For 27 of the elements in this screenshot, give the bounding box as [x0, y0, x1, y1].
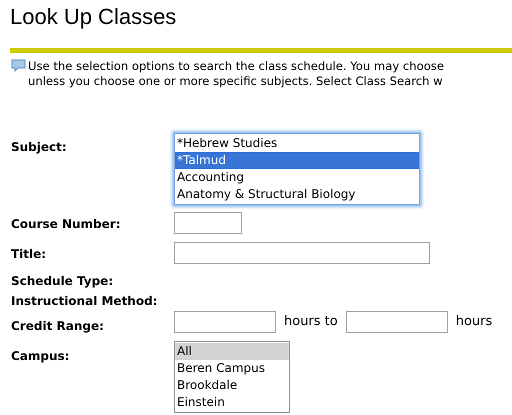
field-label: Schedule Type: [11, 274, 114, 288]
field-label: Credit Range: [11, 319, 104, 333]
hours-to-text: hours to [284, 313, 338, 331]
list-option[interactable]: Accounting [175, 169, 419, 186]
field-label: Campus: [11, 349, 70, 363]
list-option[interactable]: Beren Campus [175, 360, 289, 377]
info-text: unless you choose one or more specific subjects. Select Class Search w [28, 74, 444, 89]
input-field[interactable] [174, 242, 430, 264]
field-label: Course Number: [11, 217, 121, 231]
info-text: Use the selection options to search the class schedule. You may choose [28, 59, 444, 74]
input-field[interactable] [346, 311, 448, 333]
page-title: Look Up Classes [10, 3, 176, 31]
speech-bubble-icon [11, 59, 26, 72]
list-option[interactable]: Einstein [175, 394, 289, 411]
list-box[interactable]: All Beren Campus Brookdale Einstein [174, 341, 290, 413]
input-field[interactable] [174, 311, 276, 333]
list-option[interactable]: *Hebrew Studies [175, 135, 419, 152]
field-label: Instructional Method: [11, 294, 158, 308]
list-option[interactable]: All [175, 343, 289, 360]
list-box[interactable]: *Hebrew Studies *Talmud Accounting Anatomy & Structural Biology [174, 133, 420, 205]
list-option[interactable]: Brookdale [175, 377, 289, 394]
list-option[interactable]: *Talmud [175, 152, 419, 169]
field-label: Title: [11, 247, 46, 261]
hours-text: hours [456, 313, 492, 331]
input-field[interactable] [174, 212, 242, 234]
field-label: Subject: [11, 140, 67, 154]
list-option[interactable]: Anatomy & Structural Biology [175, 186, 419, 203]
